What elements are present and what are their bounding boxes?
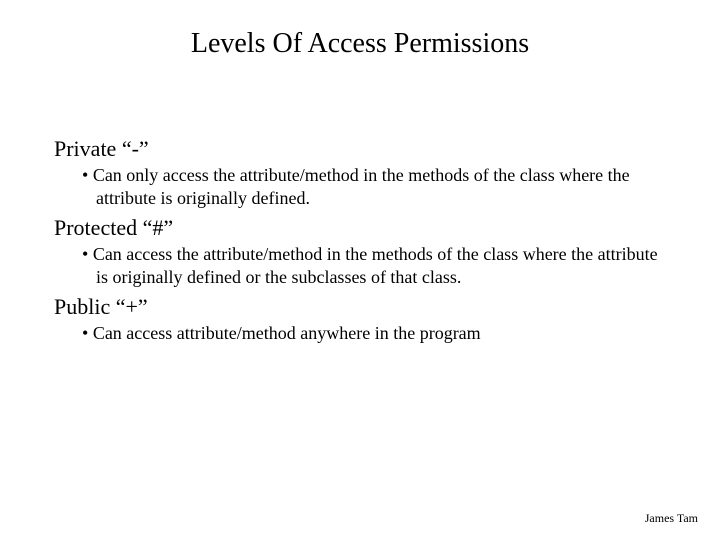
section-heading-public: Public “+” <box>54 294 666 320</box>
slide-body: Private “-” Can only access the attribut… <box>54 130 666 349</box>
slide: Levels Of Access Permissions Private “-”… <box>0 0 720 540</box>
section-heading-protected: Protected “#” <box>54 215 666 241</box>
section-bullet-private: Can only access the attribute/method in … <box>54 164 666 209</box>
slide-title: Levels Of Access Permissions <box>0 28 720 60</box>
footer-author: James Tam <box>645 511 698 526</box>
section-bullet-public: Can access attribute/method anywhere in … <box>54 322 666 345</box>
section-heading-private: Private “-” <box>54 136 666 162</box>
section-bullet-protected: Can access the attribute/method in the m… <box>54 243 666 288</box>
